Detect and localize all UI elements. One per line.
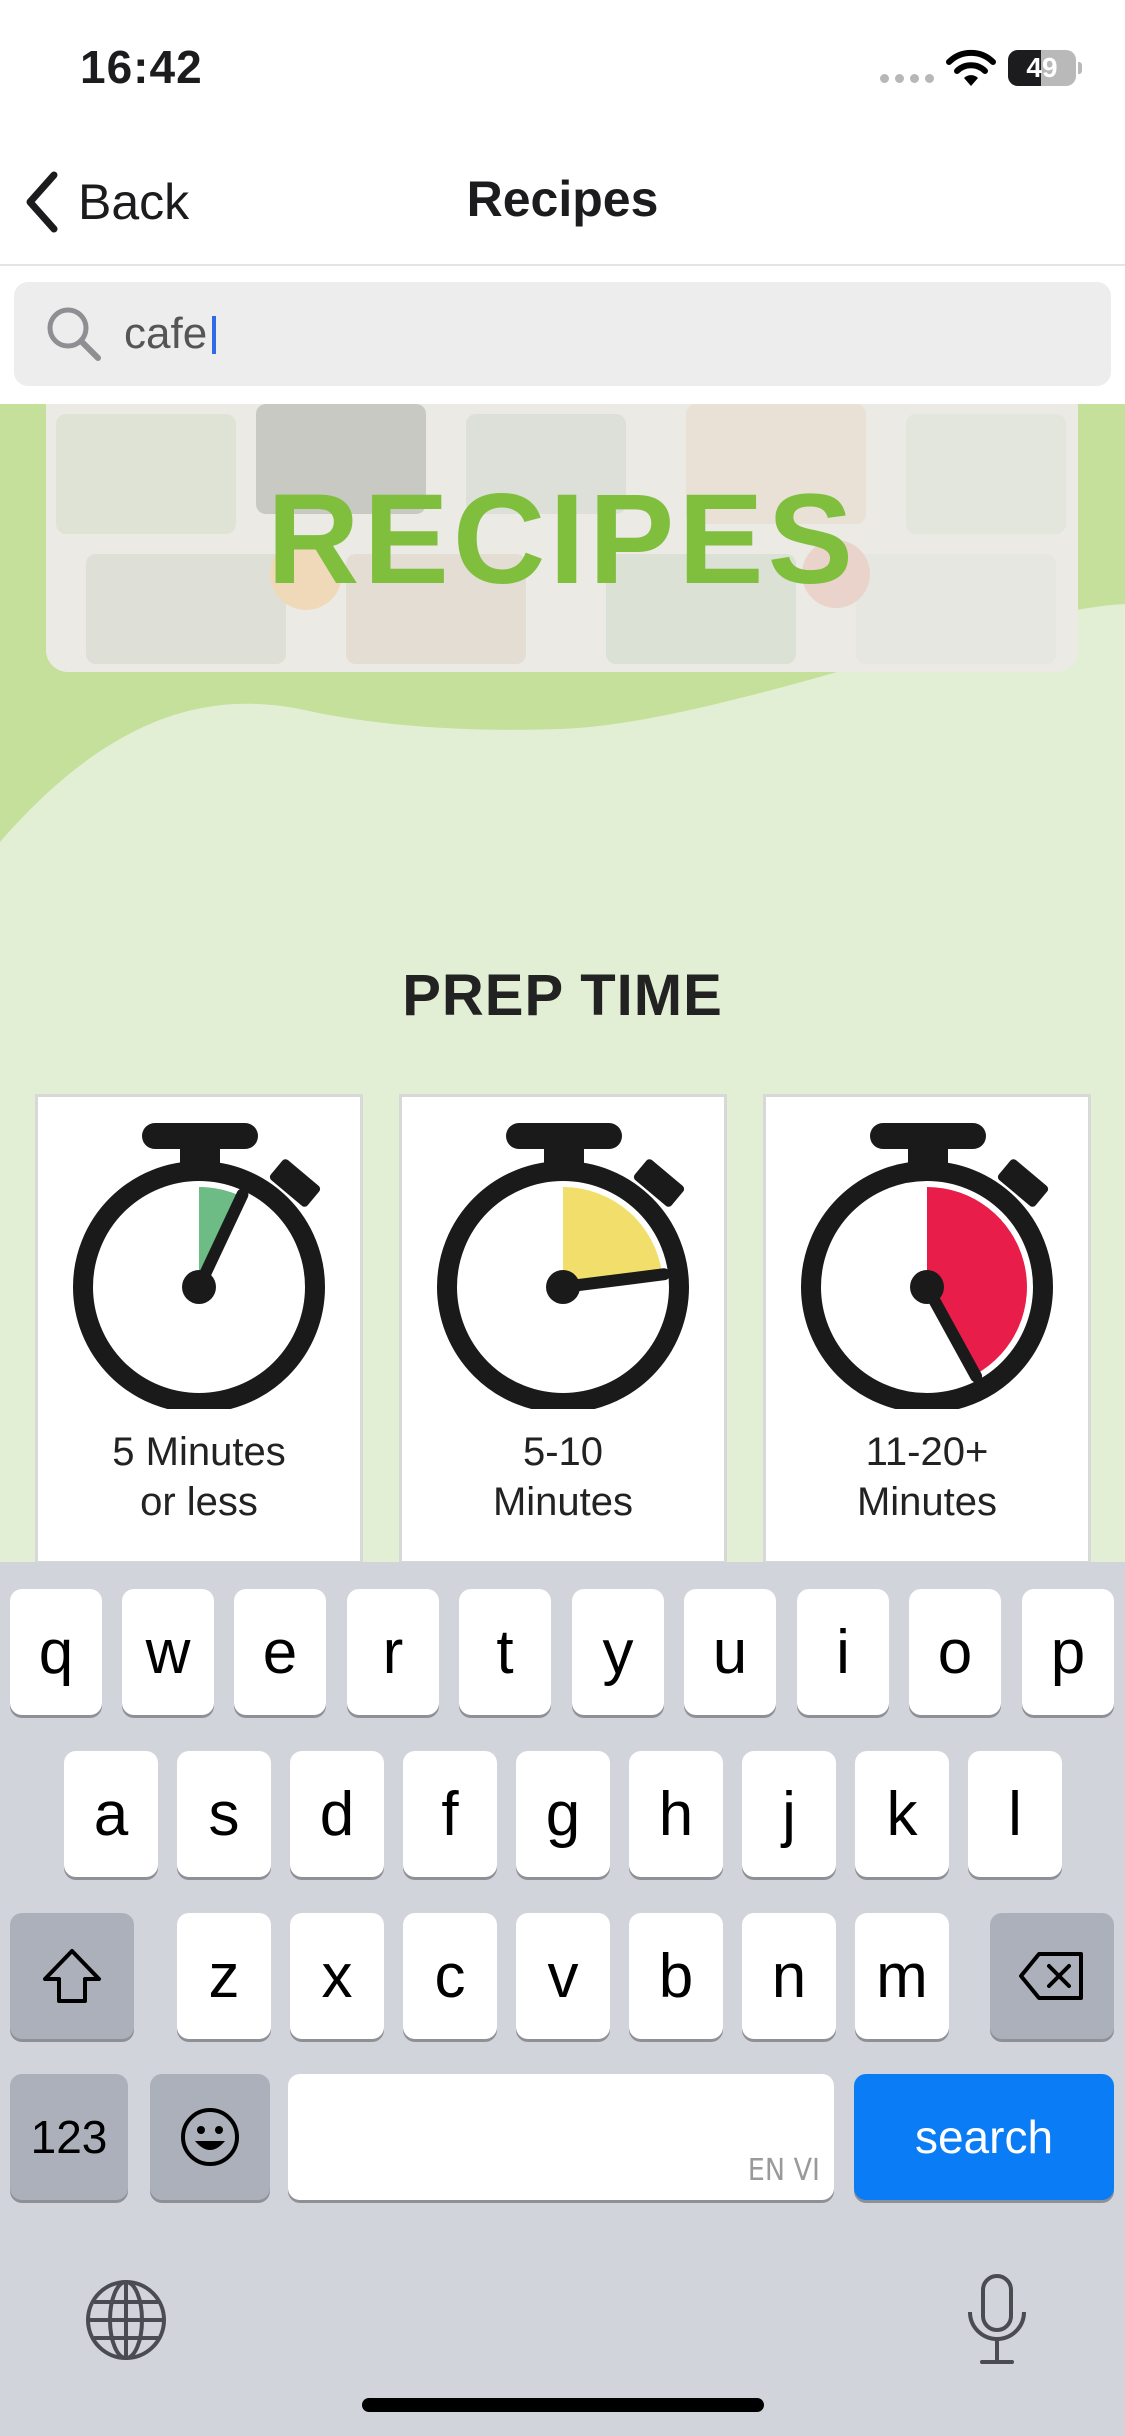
emoji-key[interactable] [150,2074,270,2200]
key-i[interactable]: i [797,1589,889,1715]
stopwatch-icon [437,1123,689,1409]
prep-time-cards: 5 Minutes or less 5-10 Minutes 11-20+ Mi… [0,1094,1125,1562]
home-indicator[interactable] [362,2398,764,2412]
wifi-icon [946,49,996,86]
key-f[interactable]: f [403,1751,497,1877]
prep-time-card-5-10-minutes[interactable]: 5-10 Minutes [399,1094,727,1562]
key-m[interactable]: m [855,1913,949,2039]
battery-percent: 49 [1026,52,1058,83]
key-g[interactable]: g [516,1751,610,1877]
space-language-hint: EN VI [747,2153,820,2188]
key-v[interactable]: v [516,1913,610,2039]
banner-title: RECIPES [267,468,857,611]
backspace-icon [1019,1952,1083,2000]
status-time: 16:42 [80,41,203,93]
key-h[interactable]: h [629,1751,723,1877]
battery-icon: 49 [1008,50,1082,86]
search-key[interactable]: search [854,2074,1114,2200]
key-t[interactable]: t [459,1589,551,1715]
prep-time-label: 11-20+ Minutes [856,1430,998,1524]
key-j[interactable]: j [742,1751,836,1877]
prep-time-card-5-minutes[interactable]: 5 Minutes or less [35,1094,363,1562]
key-q[interactable]: q [10,1589,102,1715]
numbers-key[interactable]: 123 [10,2074,128,2200]
search-bar[interactable] [14,282,1111,386]
shift-key[interactable] [10,1913,134,2039]
key-d[interactable]: d [290,1751,384,1877]
recipes-banner: RECIPES [46,404,1078,672]
space-bar[interactable]: EN VI [288,2074,834,2200]
key-k[interactable]: k [855,1751,949,1877]
chevron-left-icon [26,171,58,233]
globe-icon[interactable] [84,2278,168,2362]
key-s[interactable]: s [177,1751,271,1877]
key-u[interactable]: u [684,1589,776,1715]
key-n[interactable]: n [742,1913,836,2039]
key-a[interactable]: a [64,1751,158,1877]
key-r[interactable]: r [347,1589,439,1715]
cellular-signal-icon [880,74,934,83]
key-w[interactable]: w [122,1589,214,1715]
key-p[interactable]: p [1022,1589,1114,1715]
prep-time-card-11-20-minutes[interactable]: 11-20+ Minutes [763,1094,1091,1562]
backspace-key[interactable] [990,1913,1114,2039]
key-c[interactable]: c [403,1913,497,2039]
back-label: Back [78,174,190,230]
key-b[interactable]: b [629,1913,723,2039]
prep-time-label: 5 Minutes or less [112,1430,286,1524]
search-icon [47,307,101,361]
text-cursor [212,316,216,354]
prep-time-title: PREP TIME [402,963,723,1028]
on-screen-keyboard: q w e r t y u i o p a s d f g h j k l z … [0,1562,1125,2436]
shift-arrow-icon [43,1949,101,2003]
stopwatch-icon [801,1123,1053,1409]
key-e[interactable]: e [234,1589,326,1715]
stopwatch-icon [73,1123,325,1409]
back-button[interactable]: Back [20,162,189,242]
navigation-bar: Back Recipes [0,140,1125,266]
key-l[interactable]: l [968,1751,1062,1877]
search-input[interactable] [124,294,1084,374]
status-bar: 16:42 49 [0,0,1125,140]
prep-time-label: 5-10 Minutes [492,1430,634,1524]
microphone-icon[interactable] [962,2272,1032,2368]
key-z[interactable]: z [177,1913,271,2039]
key-y[interactable]: y [572,1589,664,1715]
recipes-content: RECIPES PREP TIME 5 Minutes or less 5-10… [0,404,1125,1562]
key-x[interactable]: x [290,1913,384,2039]
emoji-icon [181,2108,239,2166]
key-o[interactable]: o [909,1589,1001,1715]
